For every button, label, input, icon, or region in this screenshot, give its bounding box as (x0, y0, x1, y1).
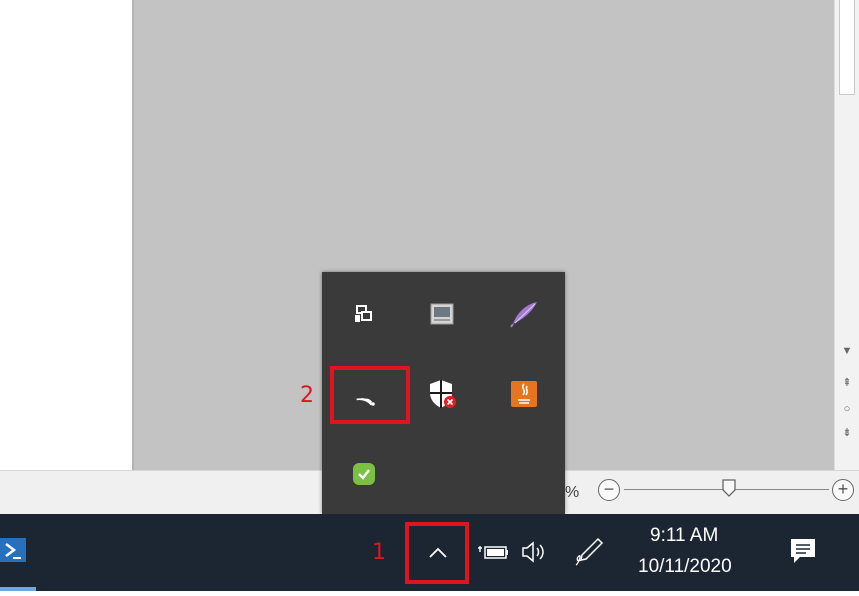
step-2-label: 2 (300, 383, 314, 408)
select-browse-object-icon[interactable]: ○ (835, 398, 859, 420)
window-icon[interactable] (422, 294, 462, 334)
action-center-icon[interactable] (788, 536, 818, 573)
battery-icon[interactable] (476, 540, 510, 569)
zoom-percent: % (565, 484, 580, 501)
left-margin (0, 0, 132, 470)
vertical-scrollbar[interactable]: ▼ ⇞ ○ ⇟ (834, 0, 859, 470)
highlight-box-wifi (330, 366, 410, 424)
pen-ink-workspace-icon[interactable] (574, 536, 606, 573)
show-hidden-icons-button[interactable] (421, 536, 455, 570)
chevron-up-icon (429, 547, 447, 558)
step-1-label: 1 (372, 540, 386, 565)
zoom-out-button[interactable]: − (598, 479, 620, 501)
feather-icon[interactable] (504, 294, 544, 334)
volume-icon[interactable] (518, 538, 552, 571)
security-shield-icon[interactable] (423, 374, 463, 414)
clock-time: 9:11 AM (650, 525, 719, 546)
next-page-icon[interactable]: ⇟ (835, 422, 859, 444)
taskbar: 1 9:11 AM 10/11/2020 (0, 514, 859, 591)
zoom-in-button[interactable]: + (832, 479, 854, 501)
zoom-slider-thumb[interactable] (722, 479, 736, 497)
green-check-icon[interactable] (344, 454, 384, 494)
monitors-icon[interactable] (344, 294, 384, 334)
previous-page-icon[interactable]: ⇞ (835, 372, 859, 394)
java-icon[interactable] (504, 374, 544, 414)
powershell-taskbar-button[interactable] (0, 514, 36, 591)
scroll-down-arrow-icon[interactable]: ▼ (835, 340, 859, 362)
scrollbar-thumb[interactable] (839, 0, 855, 95)
clock-date: 10/11/2020 (638, 556, 732, 577)
